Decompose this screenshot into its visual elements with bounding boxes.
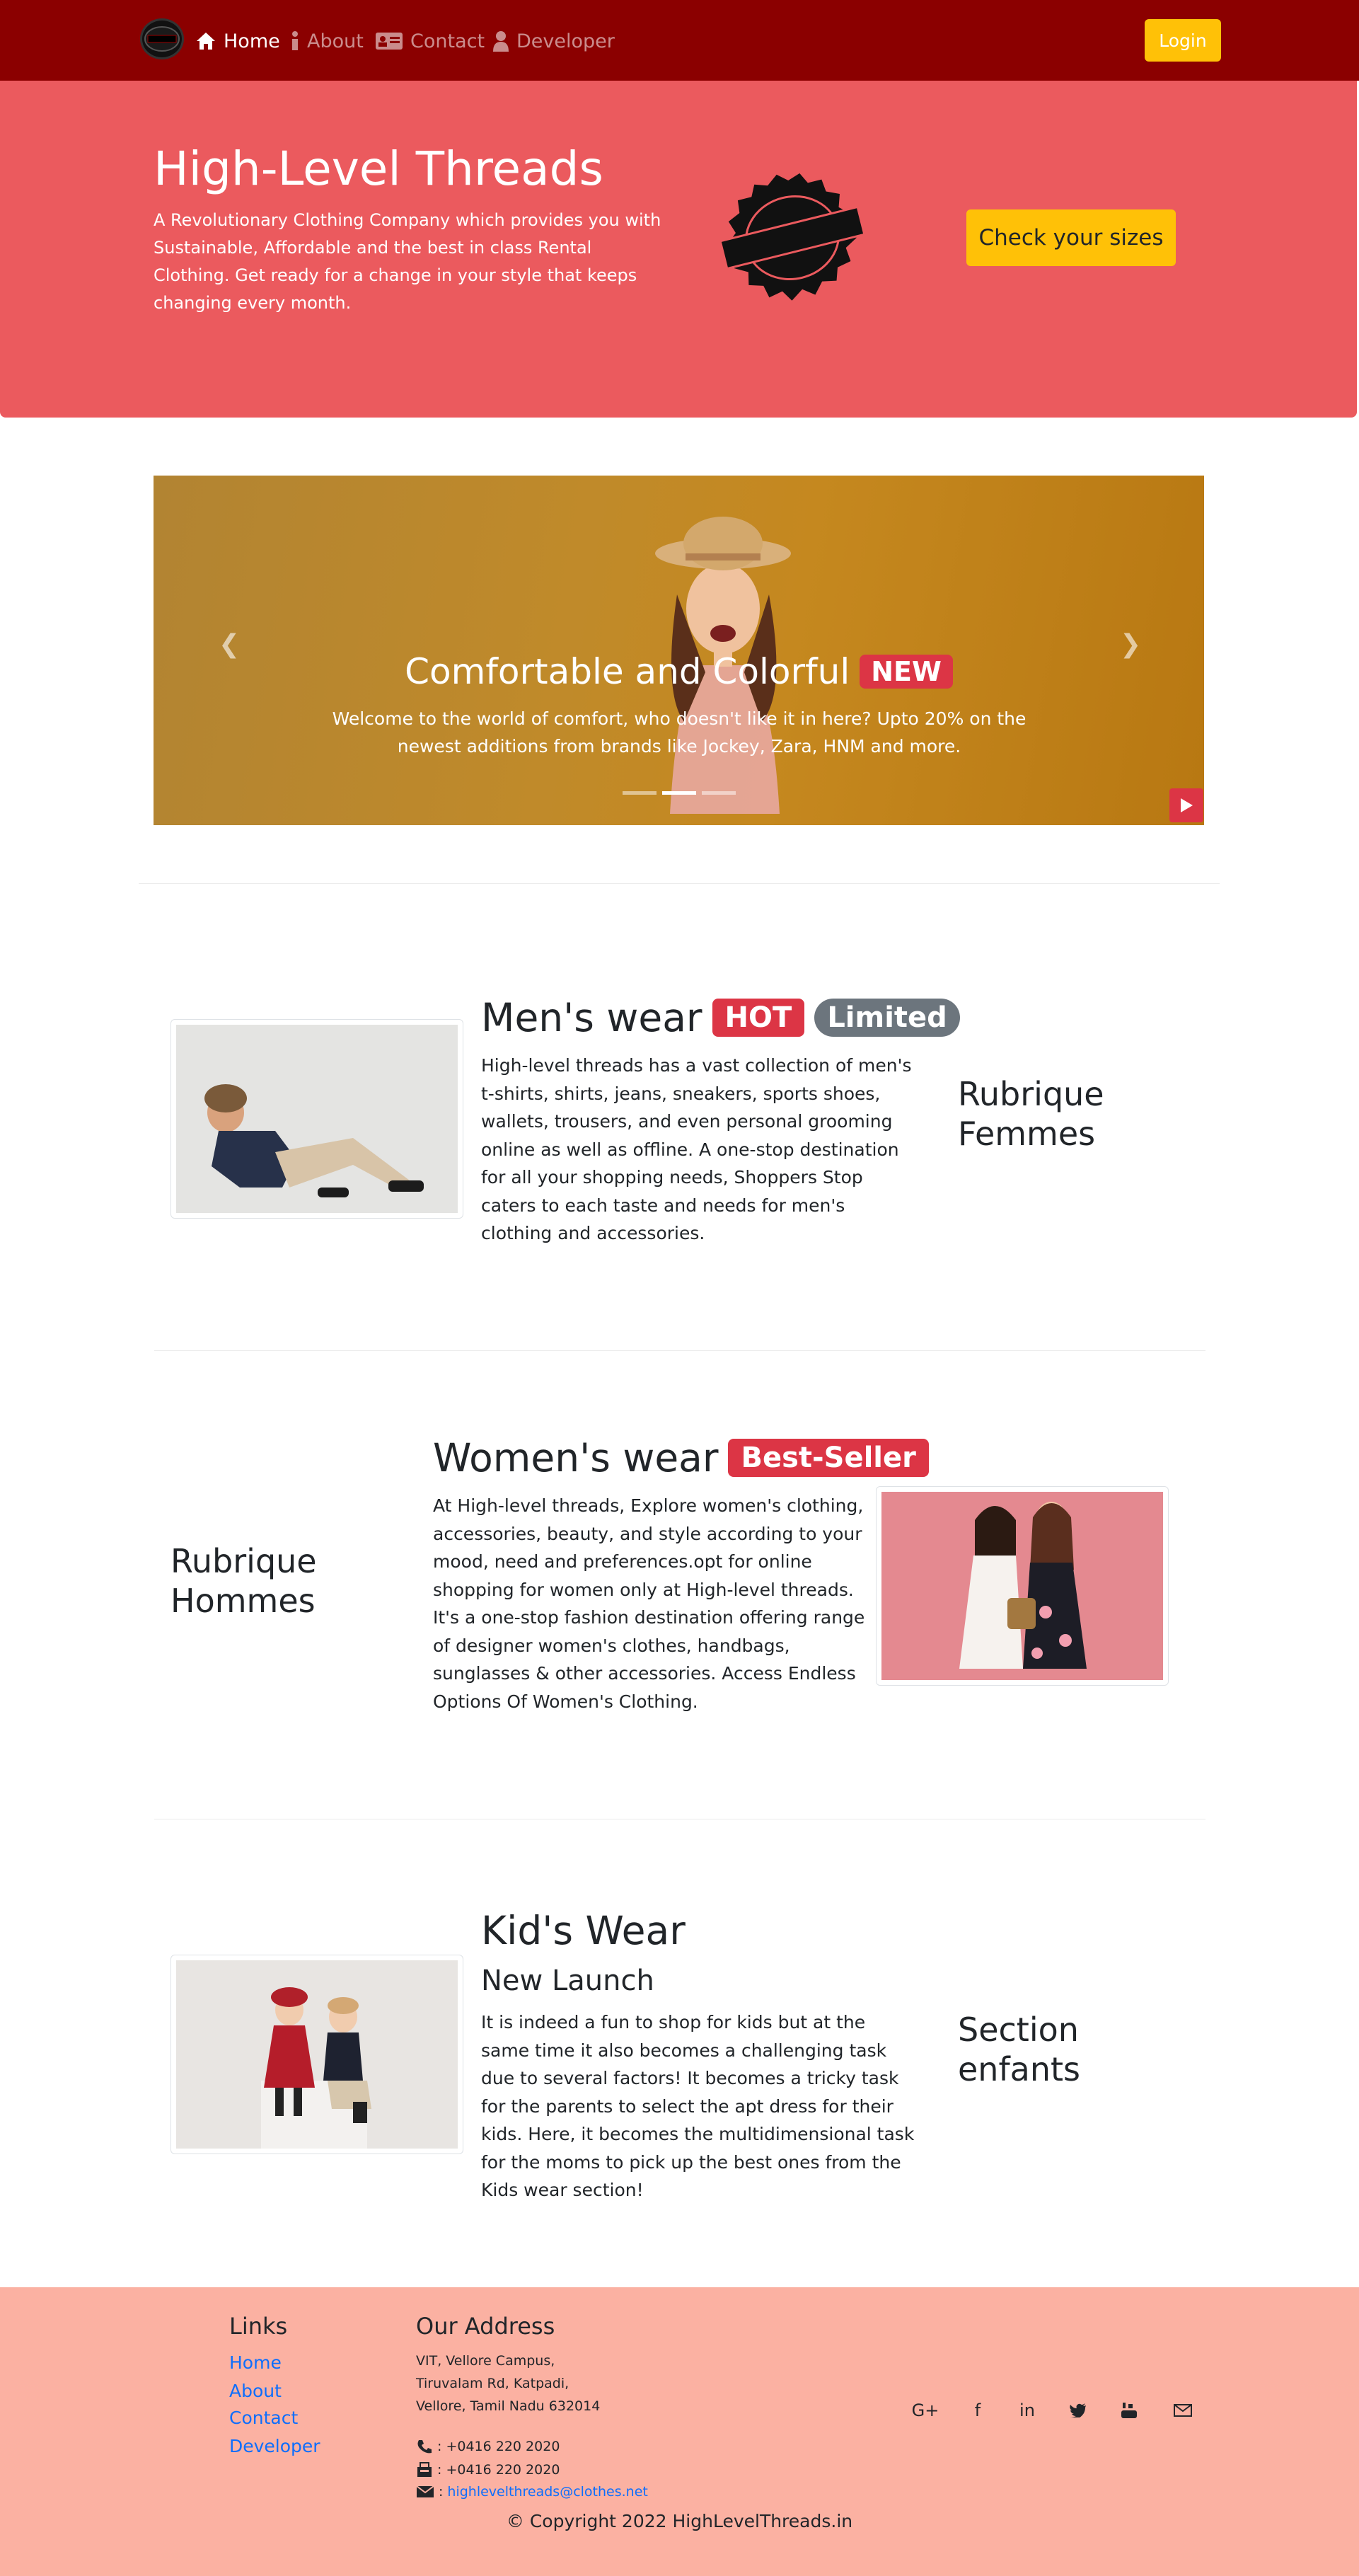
info-icon [292,31,298,50]
best-seller-badge: Best-Seller [728,1439,929,1477]
google-plus-icon[interactable]: G+ [911,2399,939,2422]
brand-logo[interactable] [140,18,184,59]
nav-about-label: About [307,30,364,52]
address-line: Vellore, Tamil Nadu 632014 [416,2398,601,2414]
mens-wear-description: High-level threads has a vast collection… [481,1055,912,1243]
footer-link-about[interactable]: About [229,2381,282,2401]
email-link[interactable]: highlevelthreads@clothes.net [447,2484,647,2500]
womens-wear-title-text: Women's wear [433,1435,719,1480]
twitter-icon[interactable] [1064,2399,1092,2422]
kids-wear-description: It is indeed a fun to shop for kids but … [481,2012,915,2200]
mens-wear-title-text: Men's wear [481,995,702,1040]
new-badge: NEW [860,655,953,689]
divider [139,883,1220,884]
mail-outline-icon [1174,2404,1192,2417]
linkedin-icon[interactable]: in [1013,2399,1041,2422]
nav-home[interactable]: Home [195,28,280,54]
nav-contact[interactable]: Contact [375,28,485,54]
check-sizes-button[interactable]: Check your sizes [966,209,1176,266]
kids-wear-thumbnail [170,1955,463,2154]
kids-wear-title: Kid's Wear [481,1908,686,1953]
hero-section: High-Level Threads A Revolutionary Cloth… [0,81,1357,418]
navbar: Home About Contact Developer Login [0,0,1359,81]
limited-badge: Limited [814,999,960,1037]
womens-wear-title: Women's wear Best-Seller [433,1435,929,1480]
divider [154,1350,1205,1351]
carousel-indicator[interactable] [701,791,736,795]
footer-link-developer[interactable]: Developer [229,2436,320,2456]
footer-address: VIT, Vellore Campus, Tiruvalam Rd, Katpa… [416,2350,600,2417]
play-icon [1181,798,1193,812]
carousel-play-button[interactable] [1169,788,1203,822]
nav-developer-label: Developer [516,30,615,52]
nav-developer[interactable]: Developer [492,28,615,54]
fax-number: : +0416 220 2020 [437,2462,560,2478]
rent-clothes-logo-icon [144,26,180,52]
footer-link-contact[interactable]: Contact [229,2408,298,2428]
footer [0,2287,1359,2576]
mail-icon[interactable] [1169,2399,1197,2422]
footer-email: : highlevelthreads@clothes.net [416,2484,648,2500]
copyright-text: © Copyright 2022 HighLevelThreads.in [506,2511,853,2531]
carousel-indicator-active[interactable] [661,791,696,795]
address-line: Tiruvalam Rd, Katpadi, [416,2376,569,2391]
footer-address-heading: Our Address [416,2313,555,2340]
carousel-caption-title: Comfortable and Colorful NEW [154,651,1204,692]
youtube-icon[interactable] [1115,2399,1143,2422]
address-line: VIT, Vellore Campus, [416,2353,555,2369]
home-icon [197,33,215,50]
footer-link-home[interactable]: Home [229,2352,282,2373]
fax-icon [417,2462,432,2477]
mens-model-image [176,1025,458,1213]
facebook-icon[interactable]: f [964,2399,992,2422]
youtube-logo-icon [1121,2403,1137,2418]
contact-card-icon [376,33,403,50]
envelope-icon [416,2485,434,2497]
womens-model-image [881,1492,1163,1680]
twitter-bird-icon [1070,2403,1086,2417]
carousel-indicator[interactable] [622,791,657,795]
user-icon [493,31,509,52]
kids-model-image [176,1960,458,2149]
womens-wear-description: At High-level threads, Explore women's c… [433,1495,865,1712]
rubrique-hommes-heading: Rubrique Hommes [170,1542,317,1620]
carousel-caption-text: Welcome to the world of comfort, who doe… [332,708,1027,757]
nav-about[interactable]: About [290,28,364,54]
hero-description: A Revolutionary Clothing Company which p… [154,210,661,313]
phone-number: : +0416 220 2020 [437,2439,560,2454]
new-launch-subtitle: New Launch [481,1965,654,1997]
phone-icon [417,2440,432,2454]
mens-wear-thumbnail [170,1019,463,1219]
section-enfants-heading: Section enfants [958,2011,1080,2088]
login-button[interactable]: Login [1145,19,1221,62]
nav-home-label: Home [224,30,280,52]
hot-badge: HOT [712,999,805,1037]
hero-title: High-Level Threads [154,142,603,196]
footer-links-heading: Links [229,2313,288,2340]
womens-wear-thumbnail [876,1486,1169,1686]
nav-contact-label: Contact [410,30,485,52]
rent-clothes-seal-icon [719,173,866,301]
carousel-indicators [154,791,1204,795]
footer-fax: : +0416 220 2020 [416,2461,560,2478]
rubrique-femmes-heading: Rubrique Femmes [958,1075,1104,1153]
mens-wear-title: Men's wear HOT Limited [481,995,960,1040]
footer-phone: : +0416 220 2020 [416,2439,560,2454]
carousel: ❮ ❯ Comfortable and Colorful NEW Welcome… [154,476,1204,825]
carousel-title-text: Comfortable and Colorful [405,651,850,692]
